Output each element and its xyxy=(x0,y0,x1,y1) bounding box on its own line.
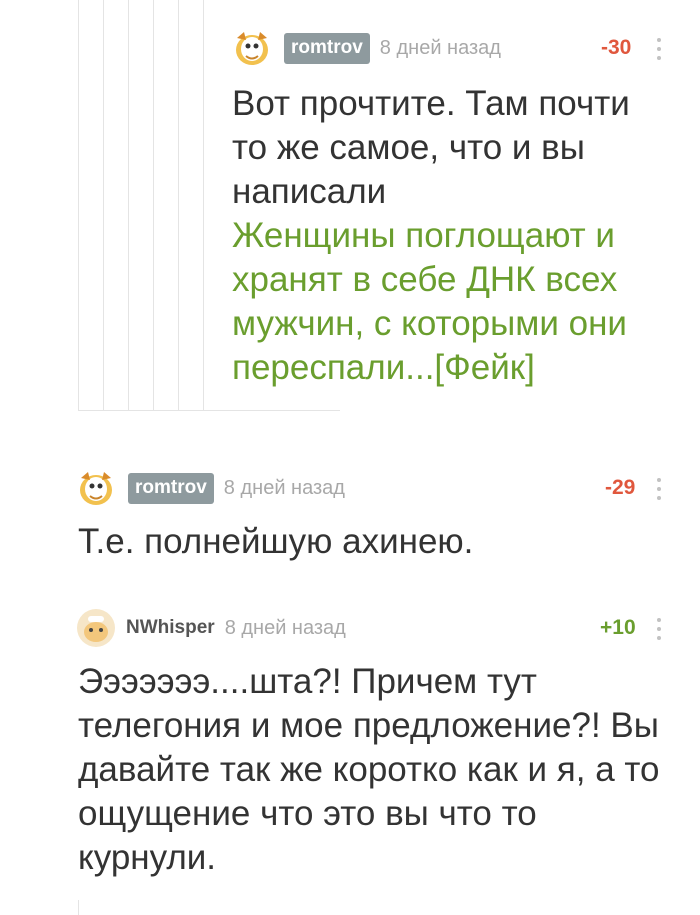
post-link[interactable]: Женщины поглощают и хранят в себе ДНК вс… xyxy=(232,214,672,390)
comment-date[interactable]: 8 дней назад xyxy=(380,37,501,60)
thread-line xyxy=(178,0,179,410)
comment-rating: -29 xyxy=(605,476,636,499)
comment-date[interactable]: 8 дней назад xyxy=(224,477,345,500)
thread-line xyxy=(128,0,129,410)
comment-text: Вот прочтите. Там почти то же самое, что… xyxy=(232,82,672,390)
comment-header: NWhisper 8 дней назад xyxy=(76,608,346,648)
thread-divider xyxy=(78,410,340,411)
comment-rating: +10 xyxy=(600,616,636,639)
author-nick[interactable]: romtrov xyxy=(128,472,214,504)
thread-line xyxy=(103,0,104,410)
author-nick[interactable]: romtrov xyxy=(284,32,370,64)
avatar[interactable] xyxy=(76,608,116,648)
more-options-icon[interactable] xyxy=(656,38,662,60)
comment-body: Вот прочтите. Там почти то же самое, что… xyxy=(232,84,630,211)
more-options-icon[interactable] xyxy=(656,618,662,640)
avatar[interactable] xyxy=(232,28,272,68)
more-options-icon[interactable] xyxy=(656,478,662,500)
comment-header: romtrov 8 дней назад xyxy=(76,468,345,508)
thread-line xyxy=(153,0,154,410)
comment-date[interactable]: 8 дней назад xyxy=(225,617,346,640)
avatar[interactable] xyxy=(76,468,116,508)
thread-line xyxy=(203,0,204,410)
comment-text: Т.е. полнейшую ахинею. xyxy=(78,522,474,561)
author-nick[interactable]: NWhisper xyxy=(126,617,215,639)
comment-rating: -30 xyxy=(601,36,632,59)
comment-header: romtrov 8 дней назад xyxy=(232,28,501,68)
thread-line xyxy=(78,0,79,410)
thread-line xyxy=(78,900,79,915)
comment-text: Эээээээ....шта?! Причем тут телегония и … xyxy=(78,662,660,877)
